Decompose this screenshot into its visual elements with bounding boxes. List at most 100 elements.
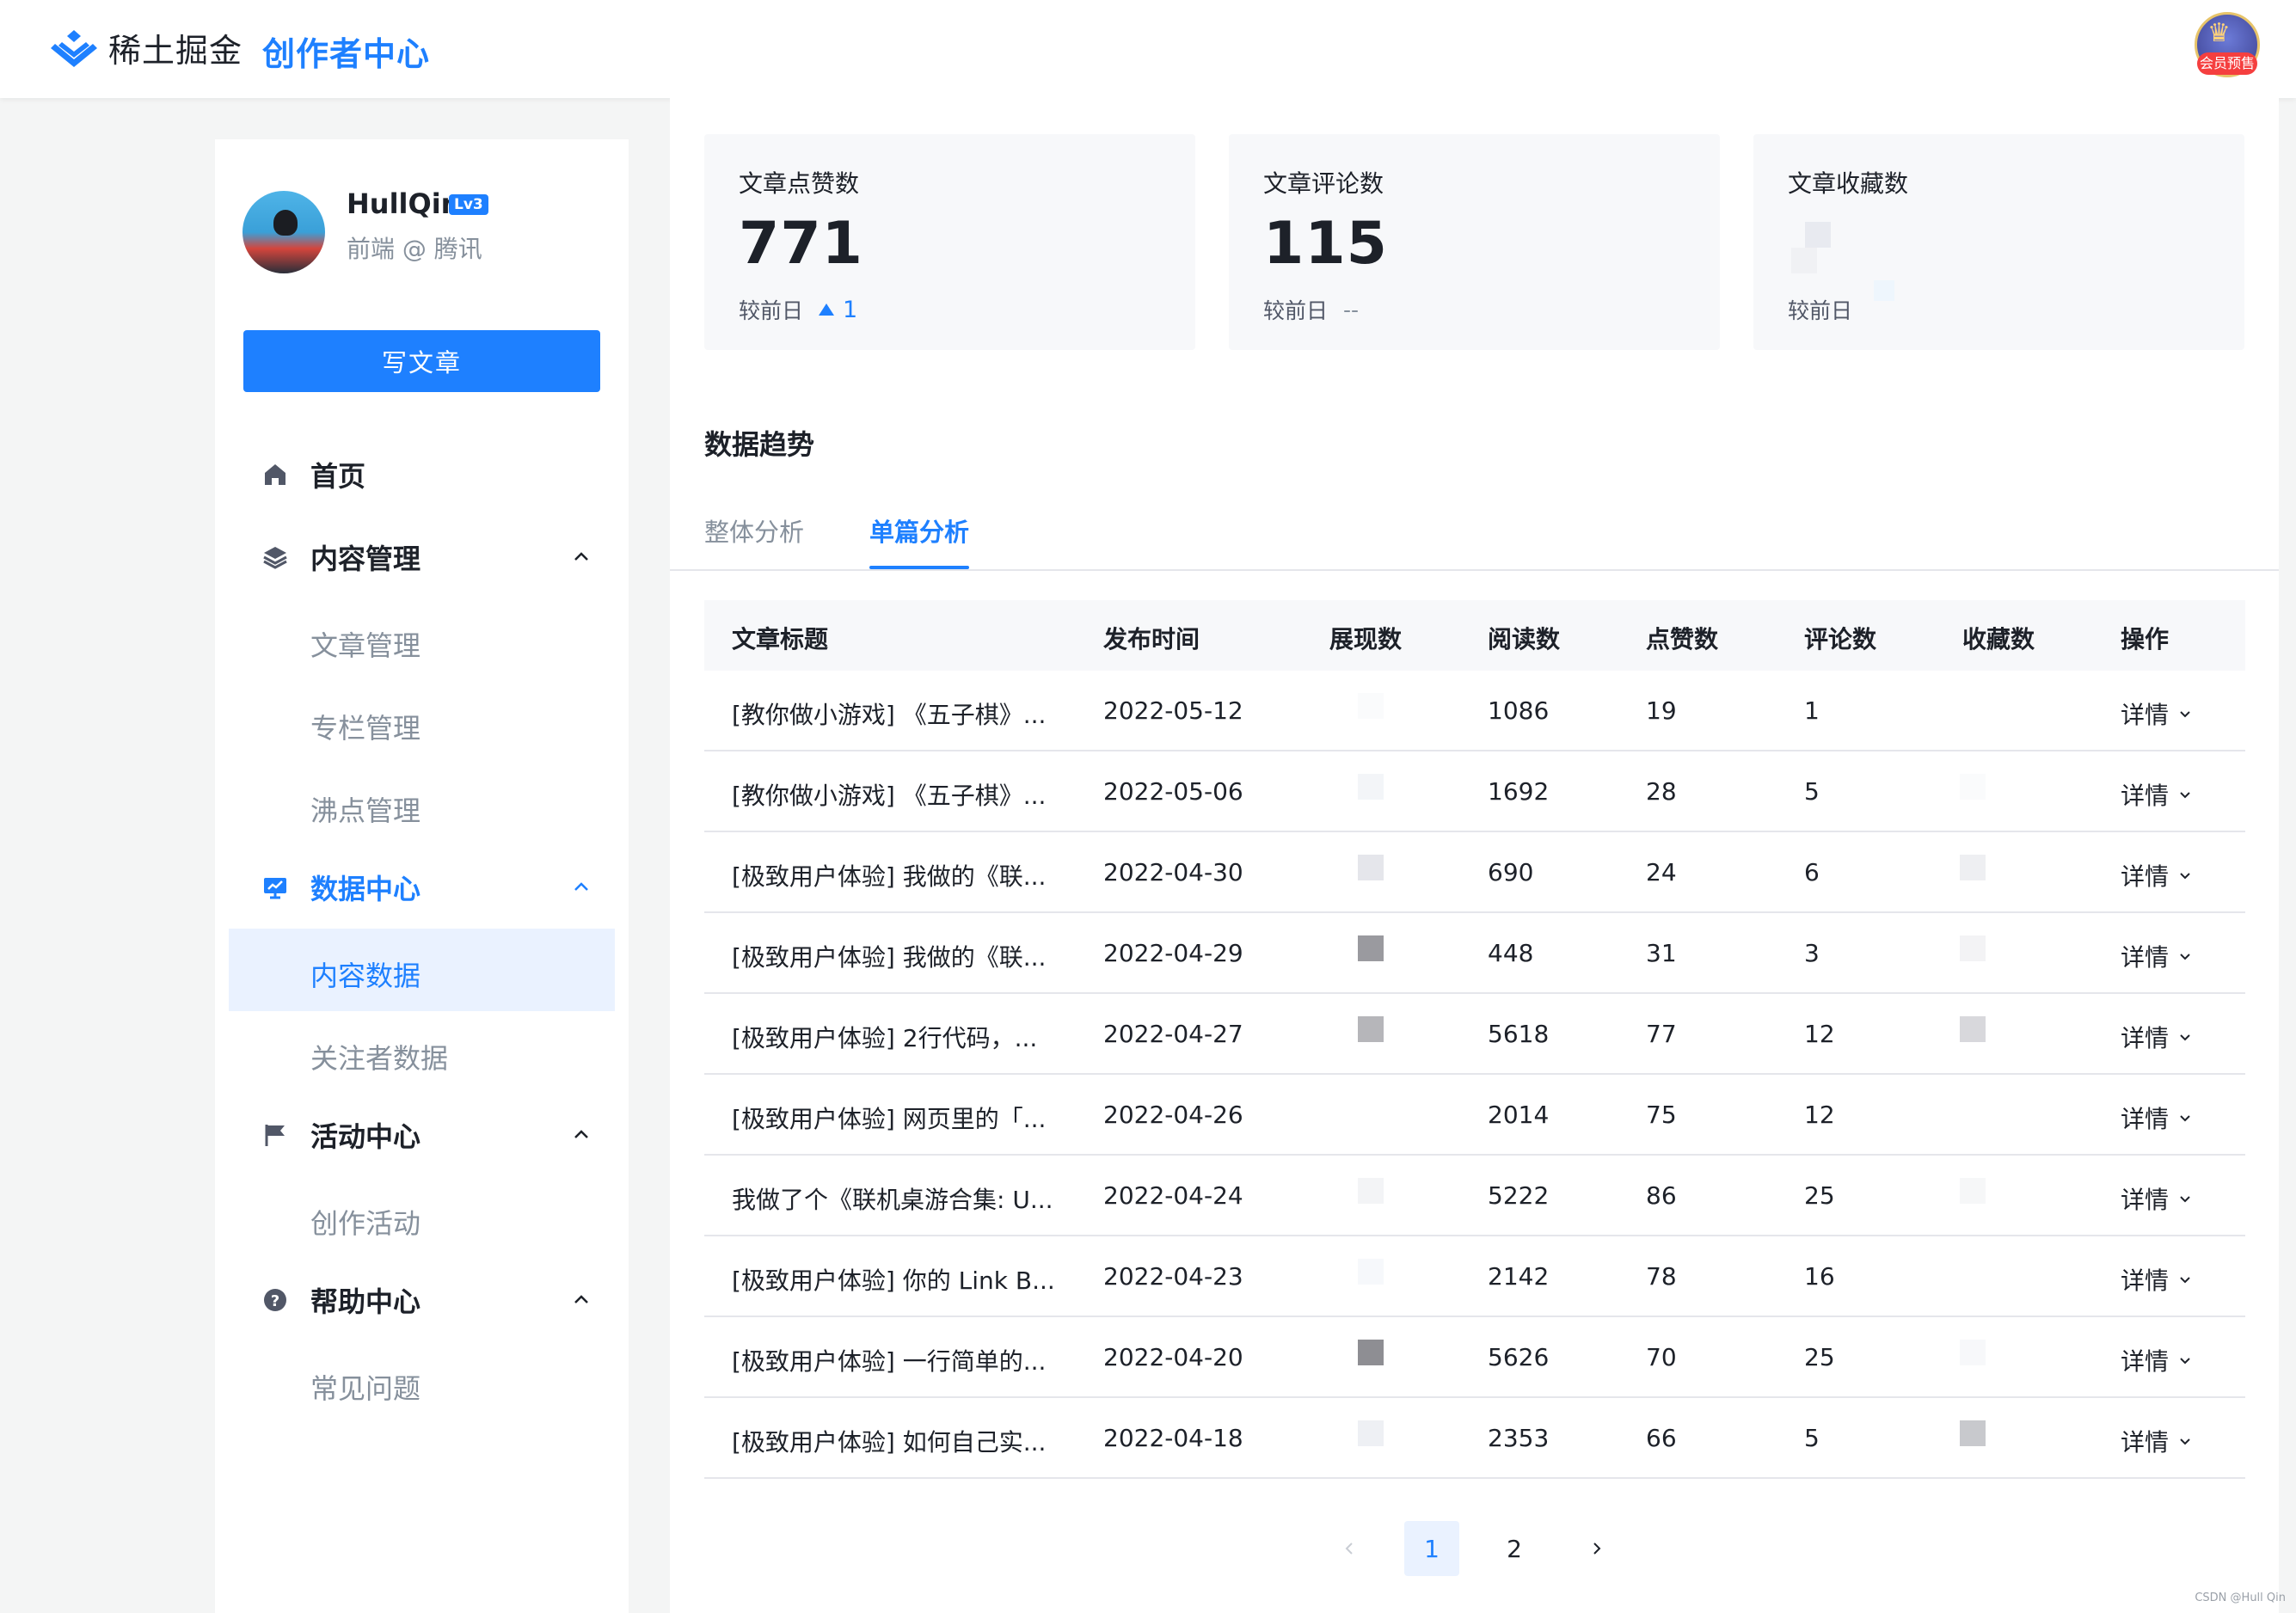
nav-home-label: 首页 [310,460,366,493]
crown-icon: ♛ [2207,18,2231,48]
cell-date: 2022-04-26 [1103,1101,1243,1129]
top-header: 稀土掘金 创作者中心 ♛ 会员预售 [0,0,2296,98]
detail-dropdown[interactable]: 详情 [2121,1262,2193,1297]
nav-activity-center[interactable]: 活动中心 [229,1094,615,1176]
page-2-button[interactable]: 2 [1487,1521,1542,1576]
chevron-up-icon[interactable] [571,1290,592,1310]
detail-dropdown[interactable]: 详情 [2121,1020,2193,1054]
sidebar: HullQin Lv3 前端 @ 腾讯 写文章 首页 内容管理 文章管理 专栏管… [215,139,629,1613]
cell-likes: 31 [1646,939,1677,967]
profile-username[interactable]: HullQin [347,187,460,220]
cell-title[interactable]: [教你做小游戏] 《五子棋》... [732,696,1046,731]
cell-title[interactable]: [极致用户体验] 我做的《联... [732,858,1046,892]
cell-reads: 2353 [1488,1424,1550,1452]
article-data-table: 文章标题 发布时间 展现数 阅读数 点赞数 评论数 收藏数 操作 [教你做小游戏… [704,600,2245,1479]
stat-delta-value: -- [1343,297,1360,322]
chevron-up-icon[interactable] [571,1125,592,1145]
detail-dropdown[interactable]: 详情 [2121,1424,2193,1458]
flag-icon [261,1121,289,1149]
nav-content-data[interactable]: 内容数据 [229,929,615,1011]
blurred-value [1805,222,1831,248]
prev-page-button[interactable] [1322,1521,1377,1576]
cell-title[interactable]: [极致用户体验] 我做的《联... [732,939,1046,973]
detail-dropdown[interactable]: 详情 [2121,777,2193,812]
nav-column-management[interactable]: 专栏管理 [229,681,615,764]
table-row: [极致用户体验] 如何自己实... 2022-04-18 2353 66 5 详情 [704,1398,2245,1479]
table-row: [极致用户体验] 我做的《联... 2022-04-30 690 24 6 详情 [704,832,2245,913]
chevron-right-icon [1593,1542,1601,1555]
detail-label: 详情 [2121,1105,2170,1133]
nav-help-center[interactable]: ? 帮助中心 [229,1259,615,1341]
cell-comments: 6 [1804,858,1820,886]
stat-foot: 较前日 -- [1263,294,1359,325]
creator-center-title[interactable]: 创作者中心 [262,28,430,75]
main-content: 文章点赞数 771 较前日 1 文章评论数 115 较前日 -- 文章收藏数 较… [670,98,2279,1613]
nav-home[interactable]: 首页 [229,433,615,516]
table-header: 文章标题 发布时间 展现数 阅读数 点赞数 评论数 收藏数 操作 [704,600,2245,671]
stat-foot: 较前日 1 [739,294,857,325]
blurred-favorites [1960,1420,1986,1446]
tab-overall-analysis[interactable]: 整体分析 [704,512,804,569]
detail-dropdown[interactable]: 详情 [2121,939,2193,973]
detail-label: 详情 [2121,1024,2170,1052]
col-title: 文章标题 [732,625,829,653]
chevron-up-icon[interactable] [571,547,592,567]
cell-title[interactable]: [极致用户体验] 网页里的「... [732,1101,1046,1135]
detail-label: 详情 [2121,862,2170,891]
chevron-down-icon [2180,792,2190,799]
nav-help-label: 帮助中心 [310,1285,421,1318]
stat-title: 文章点赞数 [739,169,860,198]
nav-faq[interactable]: 常见问题 [229,1341,615,1424]
table-row: [极致用户体验] 网页里的「... 2022-04-26 2014 75 12 详情 [704,1075,2245,1156]
cell-comments: 1 [1804,696,1820,725]
cell-title[interactable]: [极致用户体验] 2行代码，... [732,1020,1037,1054]
cell-reads: 1086 [1488,696,1550,725]
col-impressions: 展现数 [1329,625,1403,653]
nav-creative-activity[interactable]: 创作活动 [229,1176,615,1259]
detail-label: 详情 [2121,701,2170,729]
col-date: 发布时间 [1103,625,1200,653]
chart-board-icon [261,874,289,901]
cell-date: 2022-04-29 [1103,939,1243,967]
chevron-left-icon [1345,1542,1353,1555]
next-page-button[interactable] [1569,1521,1624,1576]
cell-likes: 66 [1646,1424,1677,1452]
juejin-logo[interactable]: 稀土掘金 [50,24,242,71]
blurred-favorites [1960,1178,1986,1204]
cell-title[interactable]: 我做了个《联机桌游合集: U... [732,1181,1053,1216]
nav-content-management[interactable]: 内容管理 [229,516,615,598]
detail-dropdown[interactable]: 详情 [2121,1181,2193,1216]
nav-data-label: 数据中心 [310,873,421,905]
cell-reads: 448 [1488,939,1534,967]
blurred-favorites [1960,1340,1986,1365]
detail-dropdown[interactable]: 详情 [2121,1101,2193,1135]
detail-label: 详情 [2121,782,2170,810]
cell-comments: 25 [1804,1343,1835,1371]
cell-title[interactable]: [极致用户体验] 一行简单的... [732,1343,1046,1377]
cell-date: 2022-04-30 [1103,858,1243,886]
cell-likes: 77 [1646,1020,1677,1048]
profile-avatar[interactable] [242,191,325,273]
cell-title[interactable]: [极致用户体验] 如何自己实... [732,1424,1046,1458]
chevron-up-icon[interactable] [571,877,592,898]
nav-pin-management[interactable]: 沸点管理 [229,764,615,846]
nav-creative-activity-label: 创作活动 [310,1207,421,1240]
write-article-button[interactable]: 写文章 [243,330,600,392]
cell-title[interactable]: [教你做小游戏] 《五子棋》... [732,777,1046,812]
cell-comments: 5 [1804,777,1820,806]
detail-dropdown[interactable]: 详情 [2121,696,2193,731]
nav-article-management[interactable]: 文章管理 [229,598,615,681]
detail-dropdown[interactable]: 详情 [2121,1343,2193,1377]
nav-follower-data[interactable]: 关注者数据 [229,1011,615,1094]
tab-single-analysis[interactable]: 单篇分析 [869,512,970,569]
chevron-down-icon [2180,1277,2190,1284]
blurred-impressions [1358,774,1384,800]
watermark: CSDN @Hull Qin [2195,1592,2286,1604]
cell-title[interactable]: [极致用户体验] 你的 Link B... [732,1262,1055,1297]
blurred-impressions [1358,1420,1384,1446]
vip-presale-badge[interactable]: 会员预售 [2197,52,2257,75]
detail-dropdown[interactable]: 详情 [2121,858,2193,892]
nav-follower-data-label: 关注者数据 [310,1042,449,1075]
nav-data-center[interactable]: 数据中心 [229,846,615,929]
page-1-button[interactable]: 1 [1404,1521,1459,1576]
